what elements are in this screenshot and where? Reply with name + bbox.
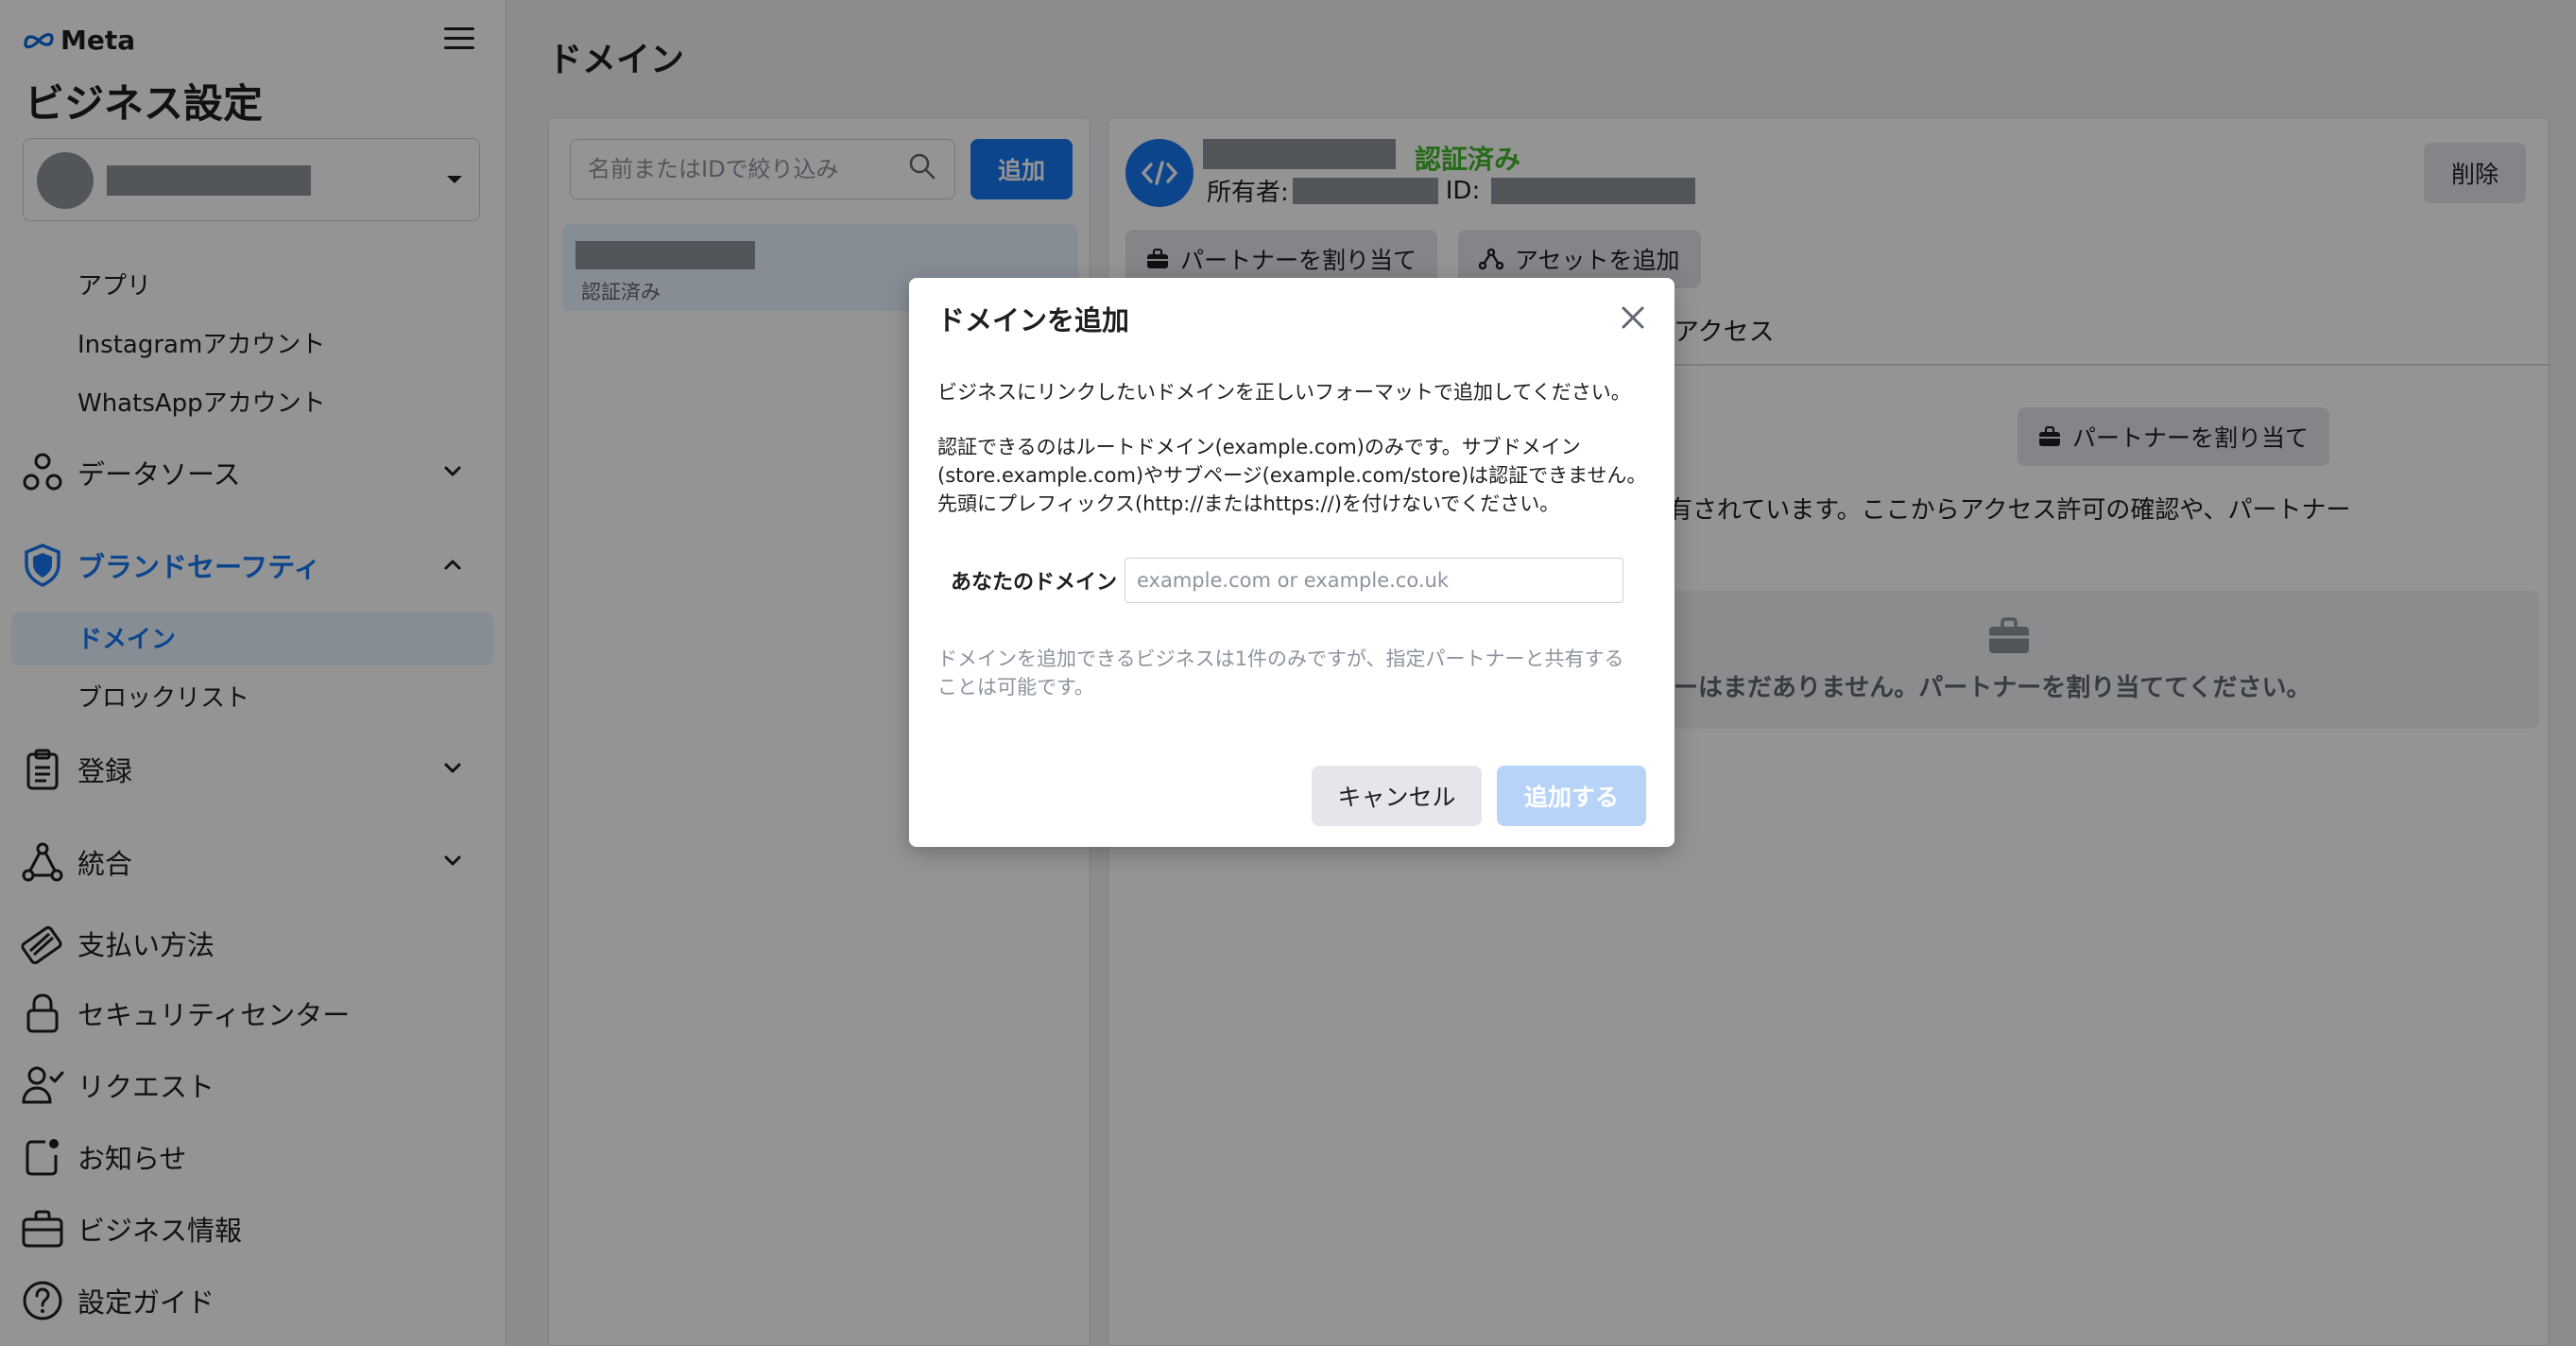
dialog-note-line: (store.example.com)やサブページ(example.com/st… xyxy=(937,464,1647,487)
submit-add-domain-button[interactable]: 追加する xyxy=(1497,766,1646,826)
dialog-intro: ビジネスにリンクしたいドメインを正しいフォーマットで追加してください。 xyxy=(937,378,1656,406)
dialog-note-line: 認証できるのはルートドメイン(example.com)のみです。サブドメイン xyxy=(937,436,1581,458)
close-icon[interactable] xyxy=(1618,302,1648,333)
cancel-button[interactable]: キャンセル xyxy=(1312,766,1482,826)
dialog-note: 認証できるのはルートドメイン(example.com)のみです。サブドメイン (… xyxy=(937,433,1656,518)
dialog-hint: ドメインを追加できるビジネスは1件のみですが、指定パートナーと共有する ことは可… xyxy=(937,645,1624,701)
dialog-hint-line: ドメインを追加できるビジネスは1件のみですが、指定パートナーと共有する xyxy=(937,647,1624,670)
domain-input[interactable] xyxy=(1125,558,1623,603)
dialog-intro-text: ビジネスにリンクしたいドメインを正しいフォーマットで追加してください。 xyxy=(937,381,1631,404)
dialog-hint-line: ことは可能です。 xyxy=(937,676,1094,699)
add-domain-dialog: ドメインを追加 ビジネスにリンクしたいドメインを正しいフォーマットで追加してくだ… xyxy=(909,278,1674,847)
dialog-title: ドメインを追加 xyxy=(937,304,1130,336)
dialog-note-line: 先頭にプレフィックス(http://またはhttps://)を付けないでください… xyxy=(937,492,1560,515)
domain-field-label: あなたのドメイン xyxy=(951,571,1118,595)
